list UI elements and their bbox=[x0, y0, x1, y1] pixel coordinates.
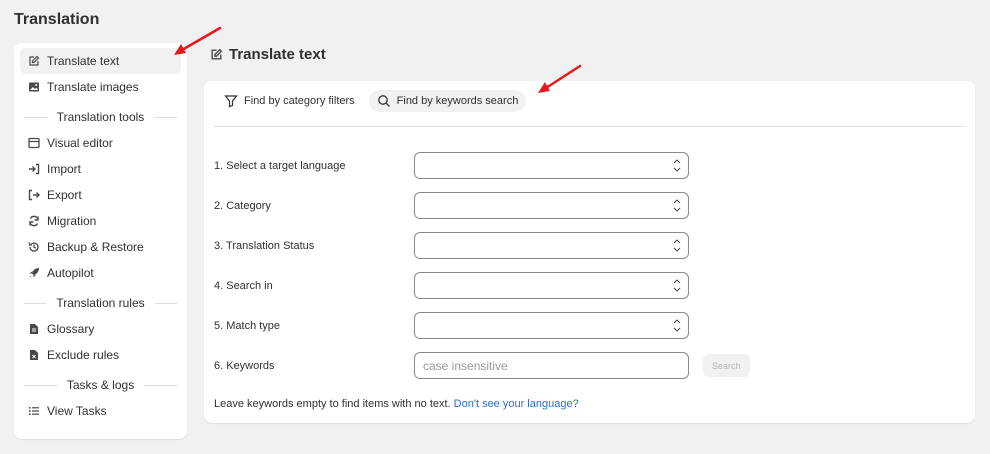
sidebar-item-label: Translate text bbox=[47, 54, 120, 68]
missing-language-link[interactable]: Don't see your language? bbox=[454, 398, 579, 410]
sidebar-item-exclude-rules[interactable]: Exclude rules bbox=[20, 342, 181, 368]
chevron-up-down-icon bbox=[673, 279, 681, 292]
sidebar-item-migration[interactable]: Migration bbox=[20, 208, 181, 234]
sidebar-item-label: Visual editor bbox=[47, 136, 113, 150]
tab-category-filters[interactable]: Find by category filters bbox=[216, 90, 363, 112]
keywords-input[interactable] bbox=[414, 352, 689, 379]
chevron-up-down-icon bbox=[673, 159, 681, 172]
form-row-keywords: 6. Keywords Search bbox=[214, 352, 750, 379]
list-icon bbox=[28, 405, 40, 417]
section-header-translation-rules: Translation rules bbox=[20, 290, 181, 316]
search-icon bbox=[377, 95, 390, 107]
document-icon bbox=[28, 323, 40, 335]
form-row-target-language: 1. Select a target language bbox=[214, 152, 689, 179]
file-exclude-icon bbox=[28, 349, 40, 361]
annotation-arrow bbox=[538, 64, 582, 93]
target-language-label: 1. Select a target language bbox=[214, 159, 346, 172]
chevron-up-down-icon bbox=[673, 199, 681, 212]
main-title: Translate text bbox=[210, 46, 326, 63]
sidebar-item-visual-editor[interactable]: Visual editor bbox=[20, 130, 181, 156]
sidebar-item-label: Migration bbox=[47, 214, 97, 228]
sidebar-item-label: Export bbox=[47, 188, 82, 202]
sidebar-item-import[interactable]: Import bbox=[20, 156, 181, 182]
image-icon bbox=[28, 81, 40, 93]
search-in-select[interactable] bbox=[414, 272, 689, 299]
translate-text-card: Find by category filters Find by keyword… bbox=[204, 81, 975, 423]
form-row-match-type: 5. Match type bbox=[214, 312, 689, 339]
target-language-select[interactable] bbox=[414, 152, 689, 179]
sidebar-item-label: Exclude rules bbox=[47, 348, 120, 362]
sidebar-item-view-tasks[interactable]: View Tasks bbox=[20, 398, 181, 424]
sidebar-item-label: Backup & Restore bbox=[47, 240, 144, 254]
form-row-category: 2. Category bbox=[214, 192, 689, 219]
translation-status-label: 3. Translation Status bbox=[214, 239, 315, 252]
section-header-tasks-logs: Tasks & logs bbox=[20, 372, 181, 398]
search-in-label: 4. Search in bbox=[214, 279, 273, 292]
sidebar-item-autopilot[interactable]: Autopilot bbox=[20, 260, 181, 286]
sidebar-item-label: Glossary bbox=[47, 322, 95, 336]
sidebar-item-backup-restore[interactable]: Backup & Restore bbox=[20, 234, 181, 260]
category-select[interactable] bbox=[414, 192, 689, 219]
sidebar-item-translate-text[interactable]: Translate text bbox=[20, 48, 181, 74]
sidebar-item-translate-images[interactable]: Translate images bbox=[20, 74, 181, 100]
filter-icon bbox=[224, 95, 238, 108]
refresh-icon bbox=[28, 215, 40, 227]
sidebar-item-label: Import bbox=[47, 162, 82, 176]
sidebar-item-glossary[interactable]: Glossary bbox=[20, 316, 181, 342]
edit-icon bbox=[28, 55, 40, 67]
category-label: 2. Category bbox=[214, 199, 271, 212]
sidebar-item-export[interactable]: Export bbox=[20, 182, 181, 208]
sidebar-item-label: Translate images bbox=[47, 80, 139, 94]
sidebar-item-label: Autopilot bbox=[47, 266, 94, 280]
search-button[interactable]: Search bbox=[703, 354, 750, 377]
import-icon bbox=[28, 163, 40, 175]
form-row-translation-status: 3. Translation Status bbox=[214, 232, 689, 259]
tabs-divider bbox=[213, 126, 966, 127]
help-footnote: Leave keywords empty to find items with … bbox=[214, 398, 579, 410]
match-type-label: 5. Match type bbox=[214, 319, 281, 332]
chevron-up-down-icon bbox=[673, 239, 681, 252]
search-mode-tabs: Find by category filters Find by keyword… bbox=[216, 90, 527, 112]
keywords-label: 6. Keywords bbox=[214, 359, 275, 372]
form-row-search-in: 4. Search in bbox=[214, 272, 689, 299]
export-icon bbox=[28, 189, 40, 201]
sidebar-item-label: View Tasks bbox=[47, 404, 107, 418]
sidebar: Translate text Translate images Translat… bbox=[14, 43, 187, 439]
page-title: Translation bbox=[14, 11, 100, 28]
translation-status-select[interactable] bbox=[414, 232, 689, 259]
chevron-up-down-icon bbox=[673, 319, 681, 332]
annotation-arrow bbox=[174, 26, 222, 55]
section-header-translation-tools: Translation tools bbox=[20, 104, 181, 130]
rocket-icon bbox=[28, 267, 40, 279]
window-icon bbox=[28, 137, 40, 149]
history-icon bbox=[28, 241, 40, 253]
match-type-select[interactable] bbox=[414, 312, 689, 339]
tab-keywords-search[interactable]: Find by keywords search bbox=[368, 90, 527, 112]
